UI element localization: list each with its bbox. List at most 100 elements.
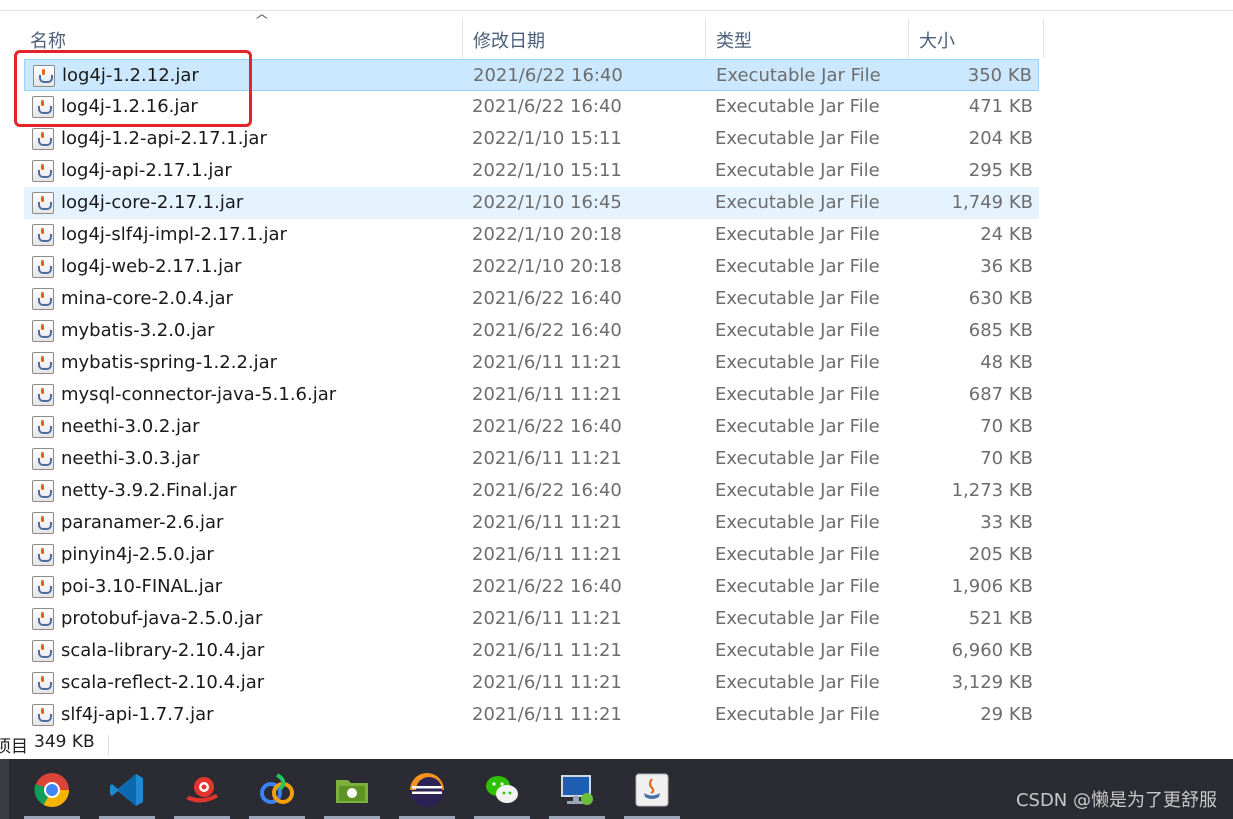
file-modified-date: 2021/6/11 11:21 bbox=[472, 608, 622, 629]
file-row[interactable]: mybatis-3.2.0.jar 2021/6/22 16:40 Executab… bbox=[24, 315, 1039, 347]
taskbar-vscode-button[interactable] bbox=[95, 761, 159, 819]
file-name: log4j-core-2.17.1.jar bbox=[61, 192, 244, 213]
file-name: scala-reflect-2.10.4.jar bbox=[61, 672, 265, 693]
status-selected-size: 349 KB bbox=[34, 732, 95, 752]
column-header-size[interactable]: 大小 bbox=[909, 18, 1044, 58]
file-type: Executable Jar File bbox=[715, 448, 880, 469]
file-row[interactable]: pinyin4j-2.5.0.jar 2021/6/11 11:21 Executa… bbox=[24, 539, 1039, 571]
file-row[interactable]: scala-library-2.10.4.jar 2021/6/11 11:21 E… bbox=[24, 635, 1039, 667]
jar-file-icon bbox=[32, 640, 54, 662]
column-header-date[interactable]: 修改日期 bbox=[463, 18, 706, 58]
file-modified-date: 2021/6/22 16:40 bbox=[472, 288, 622, 309]
file-name: neethi-3.0.2.jar bbox=[61, 416, 200, 437]
file-type: Executable Jar File bbox=[715, 416, 880, 437]
jar-file-icon bbox=[32, 256, 54, 278]
file-type: Executable Jar File bbox=[715, 160, 880, 181]
file-modified-date: 2021/6/22 16:40 bbox=[472, 416, 622, 437]
file-size: 1,749 KB bbox=[951, 192, 1033, 213]
file-size: 33 KB bbox=[980, 512, 1033, 533]
file-size: 350 KB bbox=[967, 65, 1032, 86]
file-row[interactable]: netty-3.9.2.Final.jar 2021/6/22 16:40 Exec… bbox=[24, 475, 1039, 507]
file-size: 204 KB bbox=[968, 128, 1033, 149]
file-size: 471 KB bbox=[968, 96, 1033, 117]
jar-file-icon bbox=[32, 608, 54, 630]
file-modified-date: 2022/1/10 16:45 bbox=[472, 192, 622, 213]
file-row[interactable]: mysql-connector-java-5.1.6.jar 2021/6/11 … bbox=[24, 379, 1039, 411]
file-name: slf4j-api-1.7.7.jar bbox=[61, 704, 214, 725]
file-row[interactable]: paranamer-2.6.jar 2021/6/11 11:21 Executab… bbox=[24, 507, 1039, 539]
file-size: 205 KB bbox=[968, 544, 1033, 565]
taskbar-chrome-button[interactable] bbox=[20, 761, 84, 819]
file-row[interactable]: log4j-web-2.17.1.jar 2022/1/10 20:18 Execu… bbox=[24, 251, 1039, 283]
status-items-text: 项目 bbox=[0, 737, 28, 757]
file-type: Executable Jar File bbox=[715, 224, 880, 245]
file-modified-date: 2021/6/11 11:21 bbox=[472, 704, 622, 725]
folder-app-icon bbox=[336, 780, 368, 803]
file-modified-date: 2022/1/10 15:11 bbox=[472, 160, 622, 181]
file-modified-date: 2022/1/10 20:18 bbox=[472, 256, 622, 277]
jar-file-icon bbox=[32, 224, 54, 246]
annotation-highlight-box bbox=[14, 50, 252, 127]
file-name: netty-3.9.2.Final.jar bbox=[61, 480, 237, 501]
file-name: scala-library-2.10.4.jar bbox=[61, 640, 265, 661]
taskbar-eclipse-button[interactable] bbox=[395, 761, 459, 819]
file-modified-date: 2021/6/11 11:21 bbox=[472, 512, 622, 533]
file-type: Executable Jar File bbox=[715, 704, 880, 725]
taskbar-folder-app-button[interactable] bbox=[320, 761, 384, 819]
file-row[interactable]: log4j-api-2.17.1.jar 2022/1/10 15:11 Execu… bbox=[24, 155, 1039, 187]
column-header-type[interactable]: 类型 bbox=[706, 18, 909, 58]
colorful-app-icon bbox=[260, 773, 294, 804]
column-divider[interactable] bbox=[1043, 18, 1044, 58]
file-name: log4j-api-2.17.1.jar bbox=[61, 160, 232, 181]
file-type: Executable Jar File bbox=[715, 128, 880, 149]
file-type: Executable Jar File bbox=[715, 256, 880, 277]
file-type: Executable Jar File bbox=[715, 288, 880, 309]
column-name-label: 名称 bbox=[30, 31, 66, 52]
file-name: neethi-3.0.3.jar bbox=[61, 448, 200, 469]
file-type: Executable Jar File bbox=[715, 576, 880, 597]
file-row[interactable]: mina-core-2.0.4.jar 2021/6/22 16:40 Execut… bbox=[24, 283, 1039, 315]
file-name: log4j-web-2.17.1.jar bbox=[61, 256, 242, 277]
file-row[interactable]: neethi-3.0.3.jar 2021/6/11 11:21 Executabl… bbox=[24, 443, 1039, 475]
file-size: 70 KB bbox=[980, 448, 1033, 469]
file-row[interactable]: log4j-slf4j-impl-2.17.1.jar 2022/1/10 20:… bbox=[24, 219, 1039, 251]
jar-file-icon bbox=[32, 288, 54, 310]
file-row[interactable]: protobuf-java-2.5.0.jar 2021/6/11 11:21 Ex… bbox=[24, 603, 1039, 635]
snail-icon bbox=[186, 777, 218, 803]
file-type: Executable Jar File bbox=[715, 672, 880, 693]
jar-file-icon bbox=[32, 544, 54, 566]
file-size: 685 KB bbox=[968, 320, 1033, 341]
file-row[interactable]: slf4j-api-1.7.7.jar 2021/6/11 11:21 Execut… bbox=[24, 699, 1039, 731]
file-type: Executable Jar File bbox=[716, 65, 881, 86]
jar-file-icon bbox=[32, 352, 54, 374]
file-modified-date: 2021/6/11 11:21 bbox=[472, 672, 622, 693]
file-type: Executable Jar File bbox=[715, 192, 880, 213]
file-row[interactable]: scala-reflect-2.10.4.jar 2021/6/11 11:21 E… bbox=[24, 667, 1039, 699]
file-row[interactable]: log4j-1.2-api-2.17.1.jar 2022/1/10 15:11 E… bbox=[24, 123, 1039, 155]
file-name: mysql-connector-java-5.1.6.jar bbox=[61, 384, 337, 405]
jar-file-icon bbox=[32, 512, 54, 534]
jar-file-icon bbox=[32, 576, 54, 598]
file-row[interactable]: poi-3.10-FINAL.jar 2021/6/22 16:40 Executa… bbox=[24, 571, 1039, 603]
file-row[interactable]: neethi-3.0.2.jar 2021/6/22 16:40 Executabl… bbox=[24, 411, 1039, 443]
taskbar-snail-button[interactable] bbox=[170, 761, 234, 819]
file-name: log4j-1.2-api-2.17.1.jar bbox=[61, 128, 267, 149]
file-size: 70 KB bbox=[980, 416, 1033, 437]
file-size: 521 KB bbox=[968, 608, 1033, 629]
vscode-icon bbox=[110, 774, 143, 806]
file-size: 1,273 KB bbox=[951, 480, 1033, 501]
taskbar-java-button[interactable] bbox=[620, 761, 684, 819]
file-row[interactable]: mybatis-spring-1.2.2.jar 2021/6/11 11:21 E… bbox=[24, 347, 1039, 379]
file-modified-date: 2021/6/11 11:21 bbox=[472, 448, 622, 469]
file-modified-date: 2021/6/22 16:40 bbox=[472, 480, 622, 501]
window-top-strip bbox=[0, 0, 1233, 11]
file-size: 3,129 KB bbox=[951, 672, 1033, 693]
file-list: log4j-1.2.12.jar 2021/6/22 16:40 Executabl… bbox=[0, 59, 1233, 731]
file-modified-date: 2021/6/22 16:40 bbox=[472, 96, 622, 117]
file-size: 1,906 KB bbox=[951, 576, 1033, 597]
taskbar-wechat-button[interactable] bbox=[470, 761, 534, 819]
file-row[interactable]: log4j-core-2.17.1.jar 2022/1/10 16:45 Exec… bbox=[24, 187, 1039, 219]
taskbar-remote-desktop-button[interactable] bbox=[545, 761, 609, 819]
file-modified-date: 2021/6/11 11:21 bbox=[472, 640, 622, 661]
taskbar-colorful-app-button[interactable] bbox=[245, 761, 309, 819]
